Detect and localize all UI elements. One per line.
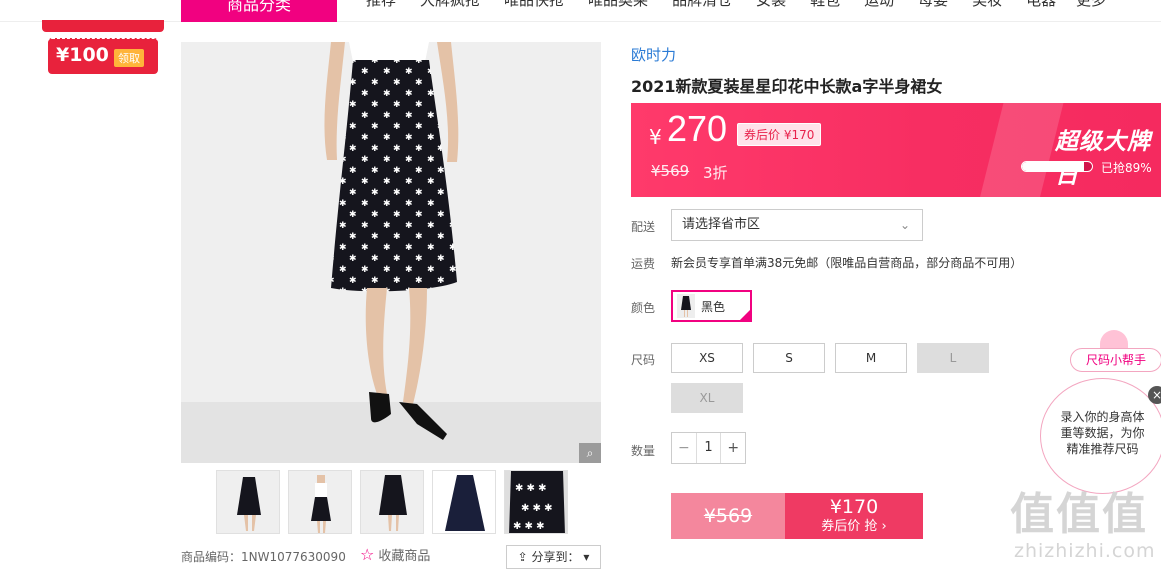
quantity-input[interactable]: 1: [695, 433, 722, 463]
nav-item[interactable]: 唯品快抢: [504, 0, 564, 10]
current-price: 270: [667, 108, 728, 149]
region-select-value: 请选择省市区: [682, 217, 761, 232]
product-title: 2021新款夏装星星印花中长款a字半身裙女: [631, 77, 943, 96]
skirt-photo: ✱ ✱: [181, 42, 601, 463]
price-banner: ¥ 270 券后价 ¥170 ¥569 3折 超级大牌日 已抢89%: [631, 103, 1161, 197]
sold-progress-text: 已抢89%: [1101, 161, 1152, 175]
sold-progress-bar: [1021, 161, 1093, 172]
after-coupon-price: 券后价 ¥170: [737, 123, 822, 146]
nav-item[interactable]: 大牌疯抢: [420, 0, 480, 10]
check-icon: ✓: [738, 308, 752, 322]
thumbnail[interactable]: [432, 470, 496, 534]
color-option-black[interactable]: 黑色 ✓: [671, 290, 752, 322]
product-code: 商品编码：1NW1077630090: [181, 550, 346, 564]
coupon-card[interactable]: ¥100 领取: [48, 38, 158, 74]
chevron-down-icon: ▾: [579, 550, 590, 564]
original-price: ¥569: [651, 162, 690, 180]
shipping-text: 新会员专享首单满38元免邮（限唯品自营商品，部分商品不可用）: [671, 256, 1023, 270]
share-label: 分享到：: [531, 550, 580, 564]
top-nav: 商品分类 推荐 大牌疯抢 唯品快抢 唯品奥莱 品牌清仓 女装 鞋包 运动 母婴 …: [0, 0, 1161, 22]
quantity-stepper: − 1 +: [671, 432, 746, 464]
original-price-button[interactable]: ¥569: [671, 493, 785, 539]
currency-symbol: ¥: [649, 125, 662, 149]
watermark-logo: 值值值: [1010, 489, 1148, 540]
thumbnail[interactable]: [360, 470, 424, 534]
share-button[interactable]: ⇪ 分享到： ▾: [506, 545, 601, 569]
buy-cta-label: 券后价 抢 ›: [821, 519, 887, 534]
coupon-hanger: [42, 20, 164, 32]
buy-now-button[interactable]: ¥170 券后价 抢 ›: [785, 493, 923, 539]
size-option-xs[interactable]: XS: [671, 343, 743, 373]
size-label: 尺码: [631, 353, 656, 367]
size-helper-bubble[interactable]: 录入你的身高体重等数据，为你精准推荐尺码: [1040, 378, 1161, 494]
color-swatch: [677, 294, 695, 318]
size-helper-text: 录入你的身高体重等数据，为你精准推荐尺码: [1060, 410, 1145, 456]
size-option-s[interactable]: S: [753, 343, 825, 373]
region-select[interactable]: 请选择省市区 ⌄: [671, 209, 923, 241]
favorite-label: 收藏商品: [378, 549, 431, 564]
zoom-icon[interactable]: ⌕: [579, 443, 601, 463]
size-option-xl: XL: [671, 383, 743, 413]
nav-items: 推荐 大牌疯抢 唯品快抢 唯品奥莱 品牌清仓 女装 鞋包 运动 母婴 美妆 电器: [366, 0, 1080, 10]
nav-item[interactable]: 推荐: [366, 0, 396, 10]
color-swatch-image: [677, 294, 695, 318]
nav-item[interactable]: 美妆: [972, 0, 1002, 10]
nav-item[interactable]: 电器: [1026, 0, 1056, 10]
nav-item[interactable]: 母婴: [918, 0, 948, 10]
watermark: 值值值 zhizhizhi.com: [1010, 489, 1156, 563]
favorite-button[interactable]: ☆ 收藏商品: [360, 545, 430, 564]
close-icon[interactable]: ×: [1148, 386, 1161, 404]
star-icon: ☆: [360, 545, 375, 564]
thumbnail[interactable]: [216, 470, 280, 534]
thumbnail[interactable]: [288, 470, 352, 534]
nav-item[interactable]: 女装: [756, 0, 786, 10]
svg-text:✱ ✱ ✱: ✱ ✱ ✱: [515, 483, 547, 494]
quantity-decrease-button[interactable]: −: [672, 433, 696, 463]
thumbnail-image: [217, 471, 279, 533]
category-menu-button[interactable]: 商品分类: [181, 0, 337, 22]
main-product-image[interactable]: ✱ ✱ ⌕: [181, 42, 601, 463]
discount-rate: 3折: [703, 164, 728, 182]
thumbnail-image: [433, 471, 495, 533]
promo-title: 超级大牌日: [1055, 129, 1151, 189]
quantity-increase-button[interactable]: +: [721, 433, 745, 463]
thumbnail[interactable]: ✱ ✱ ✱ ✱ ✱ ✱ ✱ ✱ ✱: [504, 470, 568, 534]
coupon-amount: ¥100: [56, 44, 109, 66]
svg-text:✱ ✱ ✱: ✱ ✱ ✱: [513, 521, 545, 532]
nav-item[interactable]: 唯品奥莱: [588, 0, 648, 10]
buy-price: ¥170: [829, 496, 879, 518]
quantity-label: 数量: [631, 444, 656, 458]
size-helper-tab[interactable]: 尺码小帮手: [1070, 348, 1161, 372]
brand-link[interactable]: 欧时力: [631, 44, 676, 65]
delivery-label: 配送: [631, 220, 656, 234]
share-icon: ⇪: [517, 550, 532, 564]
nav-item[interactable]: 鞋包: [810, 0, 840, 10]
thumbnail-image: ✱ ✱ ✱ ✱ ✱ ✱ ✱ ✱ ✱: [505, 471, 567, 533]
color-option-label: 黑色: [701, 299, 726, 314]
coupon-claim-button[interactable]: 领取: [114, 49, 144, 67]
size-option-l: L: [917, 343, 989, 373]
thumbnail-image: [361, 471, 423, 533]
thumbnail-image: [289, 471, 351, 533]
thumbnail-strip: ✱ ✱ ✱ ✱ ✱ ✱ ✱ ✱ ✱: [216, 470, 568, 534]
nav-item[interactable]: 品牌清仓: [672, 0, 732, 10]
shipping-label: 运费: [631, 257, 656, 271]
sold-progress-fill: [1022, 162, 1085, 171]
watermark-url: zhizhizhi.com: [1014, 540, 1156, 562]
color-label: 颜色: [631, 301, 656, 315]
chevron-down-icon: ⌄: [899, 218, 910, 232]
nav-more[interactable]: 更多 ˅: [1076, 0, 1118, 10]
svg-text:✱ ✱ ✱: ✱ ✱ ✱: [521, 503, 553, 514]
nav-item[interactable]: 运动: [864, 0, 894, 10]
size-option-m[interactable]: M: [835, 343, 907, 373]
